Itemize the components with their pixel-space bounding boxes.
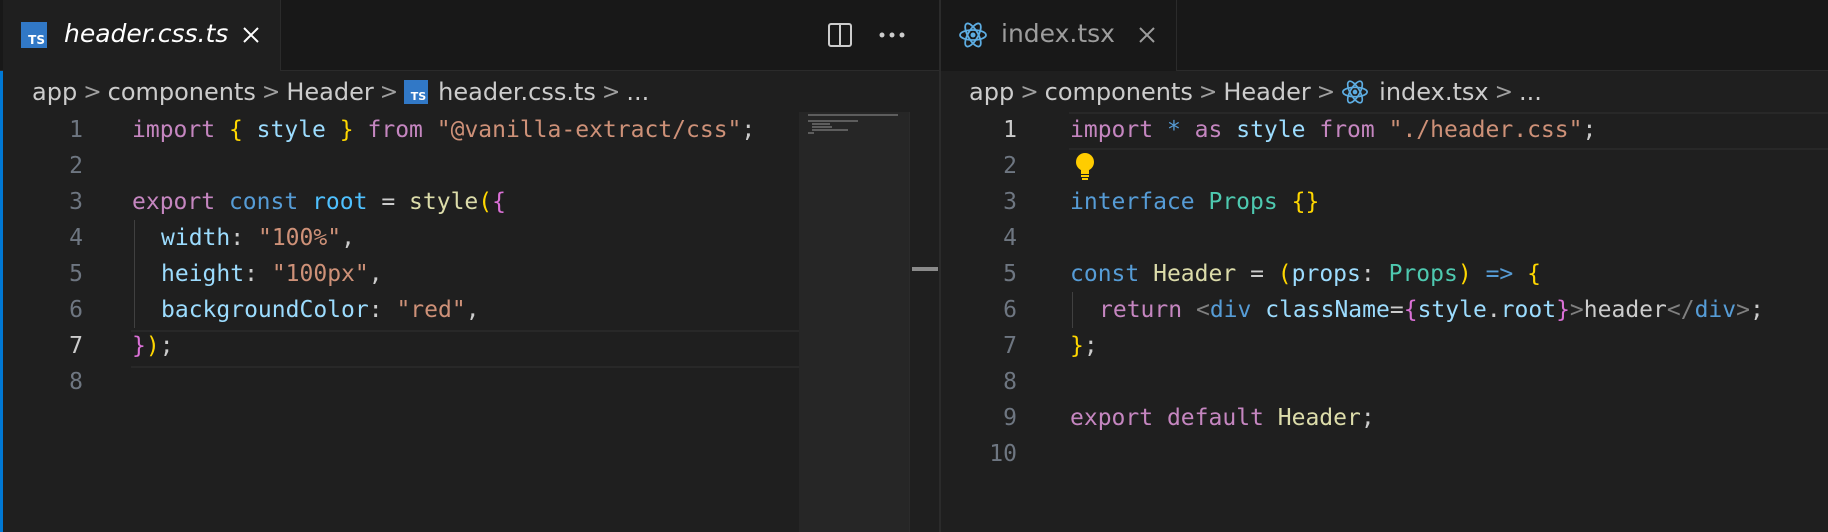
line-number: 3 xyxy=(1003,189,1017,215)
chevron-right-icon: > xyxy=(1198,79,1218,105)
breadcrumb-item[interactable]: header.css.ts xyxy=(438,78,596,106)
line-number: 3 xyxy=(69,189,83,215)
code-line: const Header = (props: Props) => { xyxy=(1070,261,1541,287)
breadcrumb: app > components > Header > index.tsx > … xyxy=(969,72,1542,112)
line-number: 4 xyxy=(69,225,83,251)
line-number: 8 xyxy=(1003,369,1017,395)
tab-header-css-ts[interactable]: TS header.css.ts xyxy=(3,0,281,71)
line-number: 9 xyxy=(1003,405,1017,431)
line-number: 6 xyxy=(69,297,83,323)
line-number: 8 xyxy=(69,369,83,395)
react-file-icon xyxy=(958,20,988,54)
breadcrumb-item[interactable]: ... xyxy=(1519,78,1542,106)
code-line: export const root = style({ xyxy=(132,189,506,215)
code-line: }); xyxy=(132,333,174,359)
code-line: backgroundColor: "red", xyxy=(161,297,480,323)
chevron-right-icon: > xyxy=(83,79,102,105)
chevron-right-icon: > xyxy=(261,79,281,105)
minimap-slider[interactable] xyxy=(800,112,910,532)
typescript-file-icon: TS xyxy=(21,22,47,48)
chevron-right-icon: > xyxy=(1316,79,1336,105)
line-number: 5 xyxy=(1003,261,1017,287)
chevron-right-icon: > xyxy=(1020,79,1039,105)
react-file-icon xyxy=(1341,78,1369,106)
split-editor-icon[interactable] xyxy=(820,15,860,55)
code-line: import { style } from "@vanilla-extract/… xyxy=(132,117,756,143)
code-line: height: "100px", xyxy=(161,261,383,287)
minimap-line xyxy=(808,114,898,116)
breadcrumb-item[interactable]: Header xyxy=(286,78,373,106)
tab-label: header.css.ts xyxy=(64,19,229,48)
editor-actions xyxy=(820,0,912,70)
tab-label: index.tsx xyxy=(1001,19,1115,48)
code-line: return <div className={style.root}>heade… xyxy=(1099,297,1764,323)
code-line: interface Props {} xyxy=(1070,189,1320,215)
line-number-current: 7 xyxy=(69,333,83,359)
right-tab-bar: index.tsx xyxy=(941,0,1828,71)
minimap[interactable] xyxy=(799,112,910,532)
line-number: 6 xyxy=(1003,297,1017,323)
line-number: 7 xyxy=(1003,333,1017,359)
indent-guide xyxy=(1072,292,1073,328)
line-number: 1 xyxy=(69,117,83,143)
indent-guide xyxy=(134,220,135,328)
left-tab-bar: TS header.css.ts xyxy=(0,0,939,71)
scroll-position-marker xyxy=(912,267,938,271)
line-number: 2 xyxy=(1003,153,1017,179)
breadcrumb-item[interactable]: components xyxy=(1045,78,1193,106)
minimap-line xyxy=(812,126,832,128)
minimap-line xyxy=(812,123,830,125)
left-editor[interactable]: 1 2 3 4 5 6 7 8 import { style } from "@… xyxy=(3,112,799,532)
breadcrumb-item[interactable]: app xyxy=(969,78,1014,106)
editor-window: TS header.css.ts index.tsx app > compone… xyxy=(0,0,1828,532)
line-number: 4 xyxy=(1003,225,1017,251)
line-number: 5 xyxy=(69,261,83,287)
breadcrumb-item[interactable]: components xyxy=(108,78,256,106)
breadcrumb-item[interactable]: ... xyxy=(626,78,649,106)
tab-index-tsx[interactable]: index.tsx xyxy=(941,0,1177,71)
current-line-highlight xyxy=(131,330,799,368)
line-number: 2 xyxy=(69,153,83,179)
minimap-line xyxy=(808,132,814,134)
minimap-line xyxy=(808,120,858,122)
breadcrumb-item[interactable]: index.tsx xyxy=(1379,78,1488,106)
minimap-line xyxy=(812,129,848,131)
close-icon[interactable] xyxy=(237,21,265,49)
code-line: export default Header; xyxy=(1070,405,1375,431)
lightbulb-icon[interactable] xyxy=(1074,152,1096,186)
chevron-right-icon: > xyxy=(601,79,621,105)
line-number-current: 1 xyxy=(1003,117,1017,143)
close-icon[interactable] xyxy=(1133,21,1161,49)
chevron-right-icon: > xyxy=(1494,79,1514,105)
code-line: }; xyxy=(1070,333,1098,359)
code-line: import * as style from "./header.css"; xyxy=(1070,117,1597,143)
typescript-file-icon: TS xyxy=(404,80,429,104)
breadcrumb-item[interactable]: app xyxy=(32,78,77,106)
more-actions-icon[interactable] xyxy=(872,15,912,55)
line-number: 10 xyxy=(989,441,1017,467)
right-editor[interactable]: 1 2 3 4 5 6 7 8 9 10 import * as style f… xyxy=(941,112,1828,532)
chevron-right-icon: > xyxy=(379,79,399,105)
code-line: width: "100%", xyxy=(161,225,355,251)
breadcrumb-item[interactable]: Header xyxy=(1223,78,1310,106)
vertical-scrollbar[interactable] xyxy=(909,112,940,532)
breadcrumb: app > components > Header > TS header.cs… xyxy=(32,72,649,112)
